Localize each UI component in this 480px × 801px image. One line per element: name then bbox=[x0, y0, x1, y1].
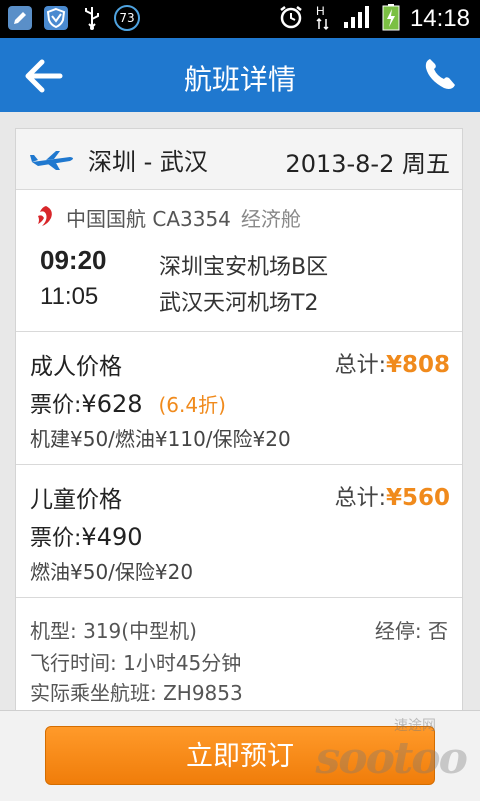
page-title: 航班详情 bbox=[183, 63, 296, 96]
route-header: 深圳 - 武汉 2013-8-2 周五 bbox=[16, 129, 462, 190]
flight-extra-info: 机型: 319(中型机) 经停: 否 飞行时间: 1小时45分钟 实际乘坐航班:… bbox=[16, 597, 462, 727]
airline-flight-number: 中国国航 CA3354 经济舱 bbox=[66, 203, 301, 232]
pencil-icon bbox=[6, 4, 34, 32]
stopover: 经停: 否 bbox=[374, 619, 448, 643]
child-price-title: 儿童价格 bbox=[30, 487, 122, 513]
watermark-cn: 速途网 bbox=[394, 718, 436, 734]
adult-price-title: 成人价格 bbox=[30, 354, 122, 380]
child-total: 总计:¥560 bbox=[335, 480, 450, 512]
operating-flight: 实际乘坐航班: ZH9853 bbox=[30, 681, 243, 705]
call-button[interactable] bbox=[422, 56, 458, 92]
status-bar-system: H 14:18 bbox=[278, 3, 470, 35]
adult-total: 总计:¥808 bbox=[335, 347, 450, 379]
adult-fare-label: 票价: bbox=[30, 393, 82, 418]
flight-detail-card: 深圳 - 武汉 2013-8-2 周五 中国国航 CA3354 经济舱 09:20… bbox=[15, 128, 463, 728]
aircraft-type: 机型: 319(中型机) bbox=[30, 619, 197, 643]
app-header: 航班详情 bbox=[0, 38, 480, 112]
notification-count-badge: 73 bbox=[114, 5, 140, 31]
airplane-icon bbox=[30, 151, 73, 170]
status-bar: 73 H 14:18 bbox=[0, 0, 480, 38]
arrival-airport: 武汉天河机场T2 bbox=[159, 291, 319, 316]
departure-time: 09:20 bbox=[40, 245, 107, 275]
child-fees: 燃油¥50/保险¥20 bbox=[30, 560, 194, 584]
status-bar-notifications: 73 bbox=[6, 4, 140, 32]
alarm-icon bbox=[278, 4, 304, 34]
child-fare-value: ¥490 bbox=[81, 523, 143, 551]
child-total-amount: ¥560 bbox=[385, 485, 450, 511]
airline-name: 中国国航 CA3354 bbox=[66, 207, 231, 231]
adult-total-amount: ¥808 bbox=[385, 352, 450, 378]
adult-total-label: 总计: bbox=[334, 353, 386, 378]
watermark: sootoo bbox=[315, 733, 468, 784]
data-transfer-icon: H bbox=[314, 3, 332, 35]
usb-icon bbox=[78, 4, 106, 32]
adult-fees: 机建¥50/燃油¥110/保险¥20 bbox=[30, 427, 291, 451]
battery-charging-icon bbox=[382, 3, 400, 35]
flight-info: 中国国航 CA3354 经济舱 09:20 11:05 深圳宝安机场B区 武汉天河… bbox=[16, 189, 462, 332]
adult-fare: 票价:¥628 (6.4折) bbox=[30, 387, 226, 419]
air-china-logo-icon bbox=[38, 206, 52, 226]
arrival-time: 11:05 bbox=[40, 283, 99, 310]
adult-discount: (6.4折) bbox=[158, 393, 226, 417]
shield-icon bbox=[42, 4, 70, 32]
flight-date: 2013-8-2 周五 bbox=[285, 150, 450, 178]
cabin-class: 经济舱 bbox=[240, 207, 301, 231]
adult-price-section: 成人价格 总计:¥808 票价:¥628 (6.4折) 机建¥50/燃油¥110/… bbox=[16, 331, 462, 465]
adult-fare-value: ¥628 bbox=[81, 390, 143, 418]
svg-text:H: H bbox=[316, 4, 325, 18]
flight-duration: 飞行时间: 1小时45分钟 bbox=[30, 651, 242, 675]
bottom-action-bar: 立即预订 速途网 sootoo bbox=[0, 710, 480, 801]
departure-airport: 深圳宝安机场B区 bbox=[159, 255, 329, 280]
child-total-label: 总计: bbox=[334, 486, 386, 511]
route-cities: 深圳 - 武汉 bbox=[88, 148, 208, 176]
status-time: 14:18 bbox=[409, 5, 470, 32]
child-price-section: 儿童价格 总计:¥560 票价:¥490 燃油¥50/保险¥20 bbox=[16, 464, 462, 598]
phone-icon bbox=[425, 59, 455, 89]
signal-icon bbox=[342, 4, 372, 34]
child-fare-label: 票价: bbox=[30, 526, 82, 551]
child-fare: 票价:¥490 bbox=[30, 520, 143, 552]
